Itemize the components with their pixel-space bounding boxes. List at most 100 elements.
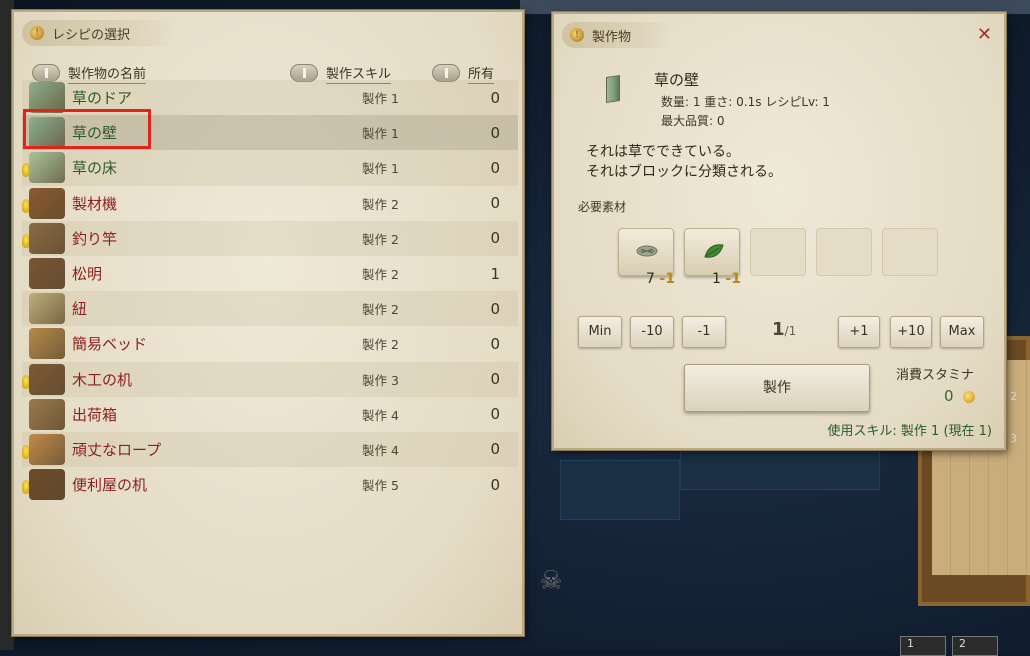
grass-bundle-icon xyxy=(636,245,658,257)
recipe-owned-count: 0 xyxy=(490,370,500,389)
item-name: 草の壁 xyxy=(654,71,700,89)
shipping-box-icon xyxy=(29,398,65,430)
materials-label: 必要素材 xyxy=(578,200,627,214)
craft-detail-panel: ! 製作物 ✕ 草の壁 数量: 1 重さ: 0.1s レシピLv: 1 最大品質… xyxy=(552,12,1006,450)
recipe-owned-count: 0 xyxy=(490,88,500,107)
close-button[interactable]: ✕ xyxy=(977,26,992,44)
fishing-rod-icon xyxy=(29,222,65,254)
recipe-name: 釣り竿 xyxy=(72,229,118,248)
grass-wall-icon xyxy=(29,117,65,149)
material-slot-2[interactable] xyxy=(684,228,740,276)
skill-used-text: 使用スキル: 製作 1 (現在 1) xyxy=(827,424,992,439)
recipe-name: 頑丈なロープ xyxy=(72,440,162,459)
recipe-skill: 製作 2 xyxy=(362,231,399,247)
recipe-list: 草のドア 製作 1 0 草の壁 製作 1 0 草の床 製作 1 0 製材機 製作 2 0 釣り竿 製作 2… xyxy=(22,80,518,502)
stamina-value: 0 xyxy=(944,387,954,405)
item-description: それは草でできている。 それはブロックに分類される。 xyxy=(586,142,782,182)
recipe-row[interactable]: 草のドア 製作 1 0 xyxy=(22,80,518,116)
recipe-name: 草のドア xyxy=(72,89,133,108)
recipe-row[interactable]: 紐 製作 2 0 xyxy=(22,291,518,327)
craft-button[interactable]: 製作 xyxy=(684,364,870,412)
recipe-name: 簡易ベッド xyxy=(72,335,148,354)
recipe-row[interactable]: 頑丈なロープ 製作 4 0 xyxy=(22,431,518,468)
item-stats: 数量: 1 重さ: 0.1s レシピLv: 1 最大品質: 0 xyxy=(661,93,830,131)
material-slot-5 xyxy=(882,228,938,276)
recipe-name: 木工の机 xyxy=(72,370,133,389)
recipe-owned-count: 0 xyxy=(490,158,500,177)
recipe-row[interactable]: 木工の机 製作 3 0 xyxy=(22,361,518,397)
recipe-owned-count: 1 xyxy=(490,264,500,283)
qty-plus1-button[interactable]: +1 xyxy=(838,316,880,348)
recipe-owned-count: 0 xyxy=(490,194,500,213)
recipe-owned-count: 0 xyxy=(490,299,500,318)
leaf-icon xyxy=(704,244,724,258)
material-need: 1 xyxy=(731,271,741,287)
qty-minus10-button[interactable]: -10 xyxy=(630,316,674,348)
recipe-skill: 製作 1 xyxy=(362,161,399,177)
item-description-line: それは草でできている。 xyxy=(586,144,740,160)
qty-plus10-button[interactable]: +10 xyxy=(890,316,932,348)
handyman-table-icon xyxy=(29,469,65,501)
material-count-2: 1 -1 xyxy=(712,271,741,287)
recipe-select-panel: ! レシピの選択 製作物の名前 製作スキル 所有 草のドア 製作 1 0 草の壁 製作 … xyxy=(12,10,524,636)
recipe-owned-count: 0 xyxy=(490,475,500,494)
qty-min-button[interactable]: Min xyxy=(578,316,622,348)
recipe-name: 草の壁 xyxy=(72,124,118,143)
string-icon xyxy=(29,293,65,325)
recipe-row[interactable]: 便利屋の机 製作 5 0 xyxy=(22,467,518,502)
recipe-row[interactable]: 草の壁 製作 1 0 xyxy=(22,115,518,151)
sturdy-rope-icon xyxy=(29,433,65,465)
recipe-name: 紐 xyxy=(72,300,88,319)
world-tile xyxy=(560,460,680,520)
recipe-skill: 製作 3 xyxy=(362,372,399,388)
recipe-skill: 製作 5 xyxy=(362,478,399,494)
quantity-display: 1/1 xyxy=(772,319,796,340)
recipe-row[interactable]: 製材機 製作 2 0 xyxy=(22,186,518,221)
material-count-1: 7 -1 xyxy=(646,271,675,287)
material-slot-1[interactable] xyxy=(618,228,674,276)
material-slot-3 xyxy=(750,228,806,276)
recipe-row[interactable]: 釣り竿 製作 2 0 xyxy=(22,220,518,256)
item-description-line: それはブロックに分類される。 xyxy=(586,164,782,180)
recipe-skill: 製作 1 xyxy=(362,126,399,142)
qty-max-button[interactable]: Max xyxy=(940,316,984,348)
pin-icon: ! xyxy=(570,28,584,42)
recipe-owned-count: 0 xyxy=(490,440,500,459)
recipe-panel-title: レシピの選択 xyxy=(52,27,131,43)
recipe-row[interactable]: 簡易ベッド 製作 2 0 xyxy=(22,326,518,361)
grass-wall-icon xyxy=(606,75,620,103)
sawmill-icon xyxy=(29,187,65,219)
recipe-skill: 製作 4 xyxy=(362,442,399,458)
side-number: 2 xyxy=(1010,390,1017,403)
recipe-panel-header: ! レシピの選択 xyxy=(22,20,177,46)
simple-bed-icon xyxy=(29,328,65,360)
stamina-label: 消費スタミナ xyxy=(896,368,975,383)
quantity-value: 1 xyxy=(772,319,785,340)
recipe-skill: 製作 1 xyxy=(362,91,399,107)
hotbar-slot-1[interactable]: 1 xyxy=(900,636,946,656)
stamina-icon xyxy=(963,391,975,403)
quantity-max: /1 xyxy=(784,324,797,338)
material-need: 1 xyxy=(665,271,675,287)
recipe-owned-count: 0 xyxy=(490,405,500,424)
recipe-owned-count: 0 xyxy=(490,229,500,248)
material-have: 1 xyxy=(712,271,721,287)
torch-icon xyxy=(29,257,65,289)
recipe-skill: 製作 4 xyxy=(362,407,399,423)
recipe-row[interactable]: 松明 製作 2 1 xyxy=(22,256,518,291)
recipe-row[interactable]: 草の床 製作 1 0 xyxy=(22,150,518,186)
skull-icon: ☠ xyxy=(539,566,563,596)
recipe-owned-count: 0 xyxy=(490,123,500,142)
material-slot-4 xyxy=(816,228,872,276)
pin-icon: ! xyxy=(30,26,44,40)
recipe-skill: 製作 2 xyxy=(362,302,399,318)
recipe-skill: 製作 2 xyxy=(362,337,399,353)
recipe-name: 松明 xyxy=(72,265,103,284)
qty-minus1-button[interactable]: -1 xyxy=(682,316,726,348)
recipe-row[interactable]: 出荷箱 製作 4 0 xyxy=(22,397,518,432)
hotbar-slot-2[interactable]: 2 xyxy=(952,636,998,656)
recipe-skill: 製作 2 xyxy=(362,196,399,212)
side-number: 3 xyxy=(1010,432,1017,445)
recipe-name: 出荷箱 xyxy=(72,405,118,424)
grass-floor-icon xyxy=(29,152,65,184)
